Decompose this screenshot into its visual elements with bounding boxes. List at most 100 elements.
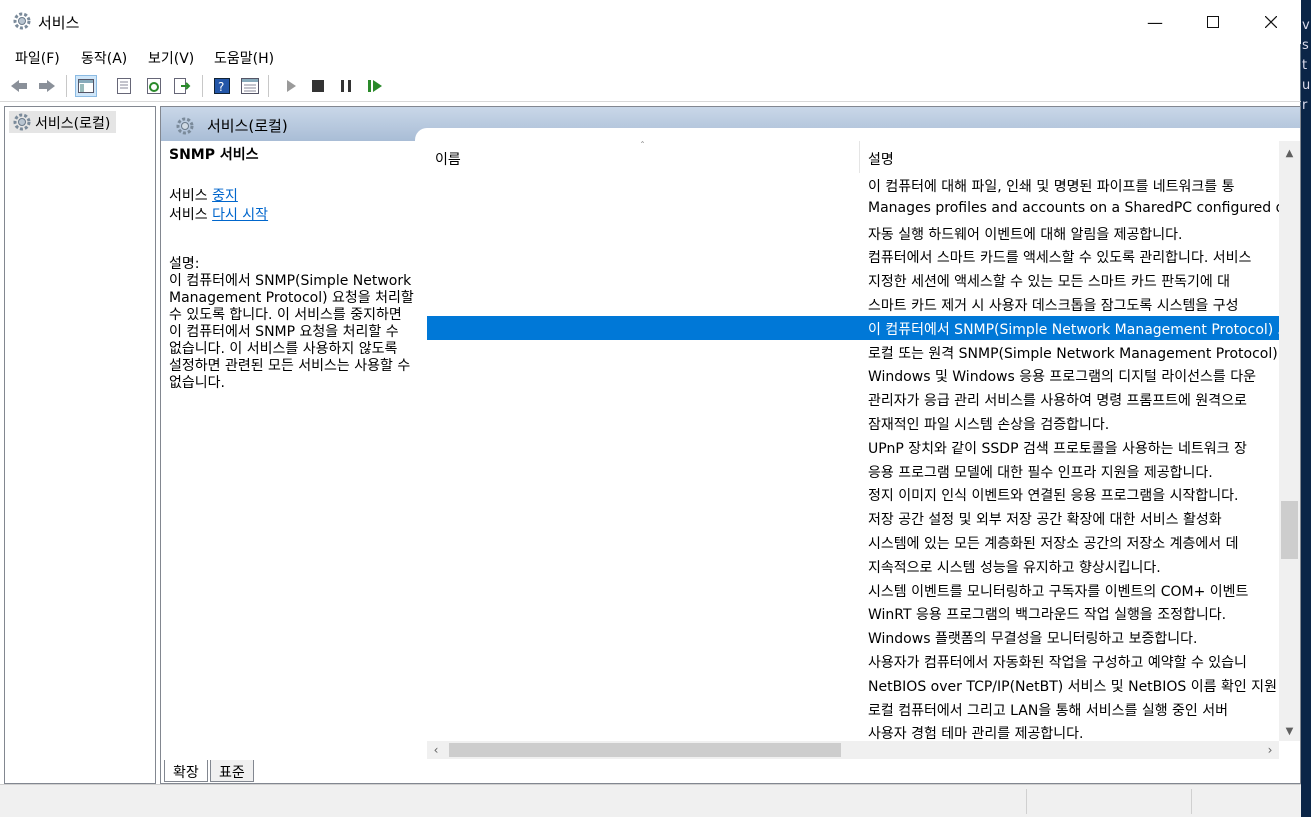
service-row[interactable]: Smart Card컴퓨터에서 스마트 카드를 액세스할 수 있도록 관리합니다… xyxy=(427,244,1279,268)
restart-service-icon[interactable] xyxy=(364,75,386,97)
service-description: Manages profiles and accounts on a Share… xyxy=(868,199,1279,216)
services-list: 이름 ˆ 설명 Server이 컴퓨터에 대해 파일, 인쇄 및 명명된 파이프… xyxy=(427,141,1279,741)
forward-arrow-icon[interactable] xyxy=(36,75,58,97)
help-icon[interactable]: ? xyxy=(211,75,233,97)
service-row[interactable]: Shell Hardware Detection자동 실행 하드웨어 이벤트에 … xyxy=(427,221,1279,245)
window-title: 서비스 xyxy=(38,14,80,32)
service-row[interactable]: Server이 컴퓨터에 대해 파일, 인쇄 및 명명된 파이프를 네트워크를 … xyxy=(427,173,1279,197)
menu-view[interactable]: 보기(V) xyxy=(148,48,194,68)
action-prefix: 서비스 xyxy=(169,188,213,204)
service-description: UPnP 장치와 같이 SSDP 검색 프로토콜을 사용하는 네트워크 장 xyxy=(868,440,1247,457)
menu-help[interactable]: 도움말(H) xyxy=(214,48,274,68)
service-description: 지정한 세션에 액세스할 수 있는 모든 스마트 카드 판독기에 대 xyxy=(868,274,1231,291)
column-header-name[interactable]: 이름 ˆ xyxy=(427,141,860,173)
pause-service-icon[interactable] xyxy=(335,75,357,97)
export-list-icon[interactable] xyxy=(171,75,193,97)
stop-service-link[interactable]: 중지 xyxy=(212,188,238,204)
service-row[interactable]: SSDP DiscoveryUPnP 장치와 같이 SSDP 검색 프로토콜을 … xyxy=(427,435,1279,459)
service-description: 잠재적인 파일 시스템 손상을 검증합니다. xyxy=(868,417,1110,433)
stop-action-line: 서비스 중지 xyxy=(169,188,419,207)
service-row[interactable]: System Guard 런타임 모니터 브로커Windows 플랫폼의 무결성… xyxy=(427,625,1279,649)
service-row[interactable]: Storage Service저장 공간 설정 및 외부 저장 공간 확장에 대… xyxy=(427,506,1279,530)
restart-service-link[interactable]: 다시 시작 xyxy=(212,207,268,223)
start-service-icon[interactable] xyxy=(280,75,302,97)
sort-ascending-icon: ˆ xyxy=(640,141,645,152)
desktop-text-fragment: t xyxy=(1302,58,1308,73)
services-window: 서비스 — 파일(F) 동작(A) 보기(V) 도움말(H) ? 서비스(로컬)… xyxy=(0,0,1301,817)
column-header-description[interactable]: 설명 xyxy=(860,141,1279,173)
details-view-icon[interactable] xyxy=(239,75,261,97)
refresh-icon[interactable] xyxy=(143,75,165,97)
desktop-text-fragment: s xyxy=(1302,38,1309,53)
service-row[interactable]: SNMP 서비스이 컴퓨터에서 SNMP(Simple Network Mana… xyxy=(427,315,1279,340)
view-tabs: 확장 표준 xyxy=(160,760,560,784)
service-description: 시스템에 있는 모든 계층화된 저장소 공간의 저장소 계층에서 데 xyxy=(868,536,1239,552)
tab-extended[interactable]: 확장 xyxy=(164,760,208,782)
service-row[interactable]: System Events BrokerWinRT 응용 프로그램의 백그라운드… xyxy=(427,601,1279,625)
service-row[interactable]: Telephony로컬 컴퓨터에서 그리고 LAN을 통해 서비스를 실행 중인… xyxy=(427,697,1279,721)
title-bar: 서비스 — xyxy=(0,0,1301,44)
service-description: 사용자가 컴퓨터에서 자동화된 작업을 구성하고 예약할 수 있습니 xyxy=(868,655,1247,671)
scroll-down-icon[interactable]: ▼ xyxy=(1279,721,1300,741)
scroll-right-icon[interactable]: › xyxy=(1261,741,1279,759)
service-description: 관리자가 응급 관리 서비스를 사용하여 명령 프롬프트에 원격으로 xyxy=(868,393,1247,410)
maximize-icon xyxy=(1207,16,1219,28)
service-description: 응용 프로그램 모델에 대한 필수 인프라 지원을 제공합니다. xyxy=(868,464,1213,481)
scroll-left-icon[interactable]: ‹ xyxy=(427,741,445,759)
status-bar xyxy=(0,784,1301,817)
vertical-scroll-thumb[interactable] xyxy=(1281,501,1298,559)
desktop-text-fragment: v xyxy=(1302,18,1310,33)
minimize-button[interactable]: — xyxy=(1126,0,1184,44)
stop-service-icon[interactable] xyxy=(307,75,329,97)
service-row[interactable]: Software ProtectionWindows 및 Windows 응용 … xyxy=(427,363,1279,387)
back-arrow-icon[interactable] xyxy=(8,75,30,97)
description-label: 설명: xyxy=(169,256,200,272)
service-row[interactable]: Spot Verifier잠재적인 파일 시스템 손상을 검증합니다. xyxy=(427,411,1279,435)
services-pane: 서비스(로컬) SNMP 서비스 서비스 중지 서비스 다시 시작 설명: 이 … xyxy=(160,106,1301,784)
service-row[interactable]: Task Scheduler사용자가 컴퓨터에서 자동화된 작업을 구성하고 예… xyxy=(427,649,1279,673)
close-button[interactable] xyxy=(1242,0,1300,44)
pane-header: 서비스(로컬) xyxy=(161,107,1300,141)
services-gear-icon xyxy=(12,11,32,31)
service-description: 자동 실행 하드웨어 이벤트에 대해 알림을 제공합니다. xyxy=(868,226,1183,243)
toolbar-separator xyxy=(66,75,67,97)
properties-icon[interactable] xyxy=(113,75,135,97)
menu-file[interactable]: 파일(F) xyxy=(15,48,60,68)
service-description: NetBIOS over TCP/IP(NetBT) 서비스 및 NetBIOS… xyxy=(868,678,1277,695)
horizontal-scrollbar[interactable]: ‹ › xyxy=(427,741,1279,759)
tree-item-label: 서비스(로컬) xyxy=(35,116,111,132)
status-cell xyxy=(1026,789,1027,814)
column-name-label: 이름 xyxy=(435,152,461,168)
service-row[interactable]: Still Image Acquisition Events정지 이미지 인식 … xyxy=(427,482,1279,506)
console-tree-icon[interactable] xyxy=(75,75,97,97)
scroll-up-icon[interactable]: ▲ xyxy=(1279,143,1300,163)
vertical-scrollbar[interactable]: ▲ ▼ xyxy=(1279,141,1300,741)
service-row[interactable]: Smart Card Removal Policy스마트 카드 제거 시 사용자… xyxy=(427,292,1279,316)
horizontal-scroll-thumb[interactable] xyxy=(449,743,841,757)
restart-action-line: 서비스 다시 시작 xyxy=(169,207,419,226)
action-prefix: 서비스 xyxy=(169,207,213,223)
service-row[interactable]: Themes사용자 경험 테마 관리를 제공합니다. xyxy=(427,720,1279,741)
service-row[interactable]: System Event Notification Service시스템 이벤트… xyxy=(427,578,1279,602)
desktop-text-fragment: r xyxy=(1302,98,1308,113)
service-description: 시스템 이벤트를 모니터링하고 구독자를 이벤트의 COM+ 이벤트 xyxy=(868,583,1249,600)
tree-item-services-local[interactable]: 서비스(로컬) xyxy=(9,111,117,133)
tab-standard-label: 표준 xyxy=(219,765,245,781)
maximize-button[interactable] xyxy=(1184,0,1242,44)
service-row[interactable]: State Repository Service응용 프로그램 모델에 대한 필… xyxy=(427,459,1279,483)
minimize-icon: — xyxy=(1147,12,1163,32)
service-row[interactable]: Storage Tiers Management시스템에 있는 모든 계층화된 … xyxy=(427,530,1279,554)
service-description: 로컬 또는 원격 SNMP(Simple Network Management … xyxy=(868,345,1279,362)
service-description: 스마트 카드 제거 시 사용자 데스크톱을 잠그도록 시스템을 구성 xyxy=(868,298,1239,314)
service-row[interactable]: SysMain지속적으로 시스템 성능을 유지하고 향상시킵니다. xyxy=(427,554,1279,578)
service-row[interactable]: Smart Card Device Enumeration Service지정한… xyxy=(427,268,1279,292)
header-divider xyxy=(415,128,1300,141)
tab-standard[interactable]: 표준 xyxy=(210,760,254,782)
service-row[interactable]: Special Administration Console Helper관리자… xyxy=(427,387,1279,411)
service-description: 이 컴퓨터에서 SNMP(Simple Network Management P… xyxy=(868,321,1279,338)
service-row[interactable]: TCP/IP NetBIOS HelperNetBIOS over TCP/IP… xyxy=(427,673,1279,697)
toolbar-separator xyxy=(202,75,203,97)
menu-action[interactable]: 동작(A) xyxy=(81,48,127,68)
service-row[interactable]: Shared PC Account ManagerManages profile… xyxy=(427,197,1279,221)
service-row[interactable]: SNMP 트랩로컬 또는 원격 SNMP(Simple Network Mana… xyxy=(427,340,1279,364)
